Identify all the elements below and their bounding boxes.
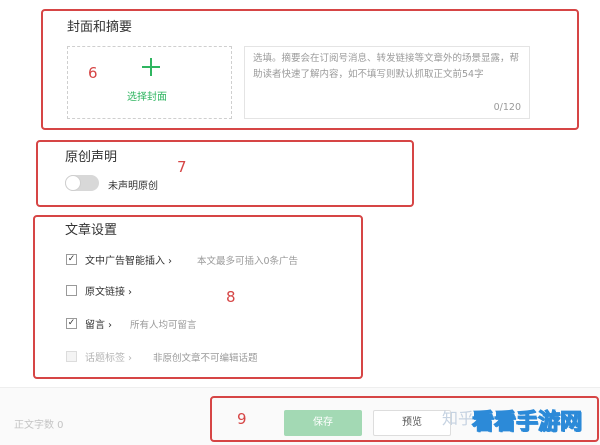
annotation-number-9: 9 bbox=[237, 410, 247, 428]
word-count: 正文字数 0 bbox=[14, 420, 64, 431]
annotation-number-7: 7 bbox=[177, 158, 187, 176]
annotation-box-8 bbox=[33, 215, 363, 379]
zhihu-watermark: 知乎 bbox=[442, 409, 475, 428]
annotation-box-7 bbox=[36, 140, 414, 207]
annotation-number-8: 8 bbox=[226, 288, 236, 306]
site-watermark: 看看手游网 bbox=[471, 410, 583, 436]
annotation-box-6 bbox=[41, 9, 579, 130]
annotation-number-6: 6 bbox=[88, 64, 98, 82]
